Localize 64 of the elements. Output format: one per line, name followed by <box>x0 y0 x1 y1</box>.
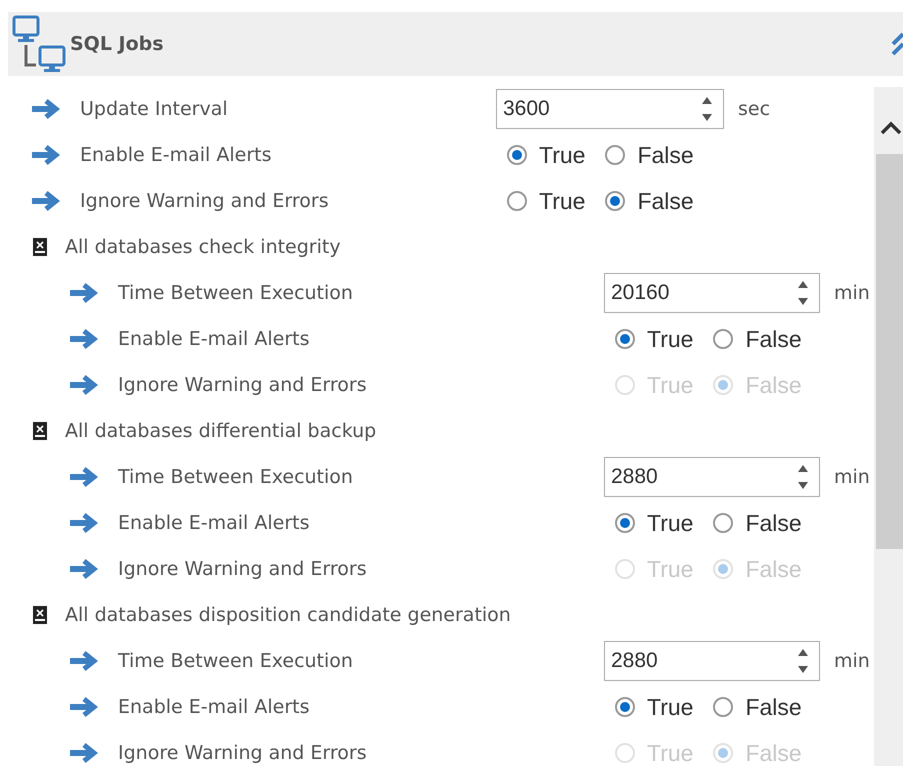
setting-label: Update Interval <box>80 98 229 120</box>
arrow-right-icon <box>68 375 98 395</box>
radio-button[interactable] <box>507 191 527 211</box>
x-box-icon[interactable] <box>33 422 47 440</box>
radio-button[interactable] <box>615 329 635 349</box>
x-box-icon[interactable] <box>33 606 47 624</box>
scrollbar-thumb[interactable] <box>876 154 903 549</box>
x-box-icon[interactable] <box>33 238 47 256</box>
setting-label: Time Between Execution <box>118 282 354 304</box>
arrow-right-icon <box>30 145 60 165</box>
setting-label: Enable E-mail Alerts <box>118 512 310 534</box>
collapse-icon[interactable] <box>891 32 903 58</box>
scroll-up-icon[interactable] <box>880 121 902 135</box>
number-field[interactable]: 2880 <box>604 641 820 681</box>
radio-label[interactable]: True <box>647 694 694 720</box>
radio-button[interactable] <box>615 513 635 533</box>
radio-button[interactable] <box>615 697 635 717</box>
radio-label[interactable]: False <box>745 510 802 536</box>
job-name: All databases check integrity <box>65 236 341 258</box>
radio-label[interactable]: False <box>637 188 694 214</box>
setting-label: Ignore Warning and Errors <box>118 742 368 764</box>
radio-button[interactable] <box>605 191 626 211</box>
network-computers-icon <box>12 15 68 73</box>
arrow-right-icon <box>68 697 98 717</box>
radio-label[interactable]: True <box>647 326 694 352</box>
arrow-right-icon <box>30 191 60 211</box>
radio-button[interactable] <box>713 697 734 717</box>
arrow-right-icon <box>68 743 98 763</box>
radio-button[interactable] <box>605 145 626 165</box>
arrow-right-icon <box>68 651 98 671</box>
radio-button[interactable] <box>713 513 734 533</box>
scrollbar[interactable] <box>874 87 903 766</box>
arrow-right-icon <box>68 559 98 579</box>
radio-label[interactable]: True <box>647 510 694 536</box>
unit-label: min <box>834 466 870 488</box>
radio-button[interactable] <box>713 329 734 349</box>
radio-label[interactable]: False <box>637 142 694 168</box>
setting-label: Ignore Warning and Errors <box>118 558 368 580</box>
arrow-right-icon <box>68 467 98 487</box>
job-name: All databases disposition candidate generation <box>65 604 511 626</box>
setting-label: Time Between Execution <box>118 466 354 488</box>
radio-button[interactable] <box>507 145 527 165</box>
radio-label[interactable]: True <box>539 188 586 214</box>
unit-label: min <box>834 282 870 304</box>
arrow-right-icon <box>30 99 60 119</box>
arrow-right-icon <box>68 329 98 349</box>
setting-label: Enable E-mail Alerts <box>80 144 272 166</box>
arrow-right-icon <box>68 513 98 533</box>
number-field[interactable]: 20160 <box>604 273 820 313</box>
radio-label[interactable]: False <box>745 326 802 352</box>
unit-label: sec <box>738 98 770 120</box>
arrow-right-icon <box>68 283 98 303</box>
number-field[interactable]: 3600 <box>496 89 724 129</box>
unit-label: min <box>834 650 870 672</box>
setting-label: Ignore Warning and Errors <box>118 374 368 396</box>
job-name: All databases differential backup <box>65 420 376 442</box>
number-field[interactable]: 2880 <box>604 457 820 497</box>
setting-label: Time Between Execution <box>118 650 354 672</box>
setting-label: Enable E-mail Alerts <box>118 328 310 350</box>
setting-label: Enable E-mail Alerts <box>118 696 310 718</box>
radio-label[interactable]: False <box>745 694 802 720</box>
setting-label: Ignore Warning and Errors <box>80 190 330 212</box>
radio-label[interactable]: True <box>539 142 586 168</box>
panel-title: SQL Jobs <box>70 33 164 55</box>
